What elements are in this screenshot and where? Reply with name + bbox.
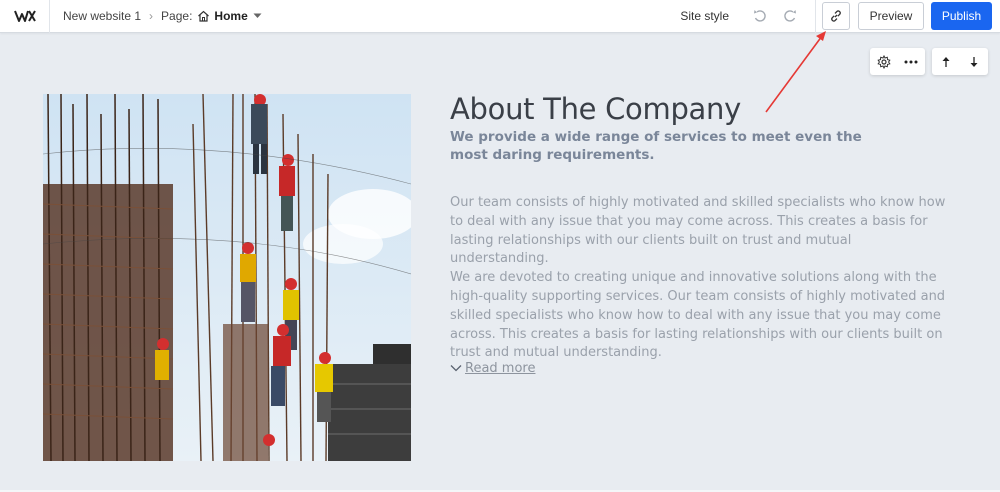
section-move-toolbar — [932, 48, 988, 75]
page-label: Page: — [161, 9, 193, 23]
settings-gear-icon[interactable] — [870, 48, 898, 75]
section-subtitle[interactable]: We provide a wide range of services to m… — [450, 128, 890, 164]
breadcrumb-separator: › — [149, 9, 154, 23]
more-dots-icon[interactable] — [898, 48, 926, 75]
publish-button[interactable]: Publish — [931, 2, 992, 30]
chevron-down-icon — [450, 361, 462, 376]
arrow-up-icon[interactable] — [932, 48, 960, 75]
section-title[interactable]: About The Company — [450, 92, 741, 126]
caret-down-icon[interactable] — [253, 13, 262, 19]
home-icon — [197, 10, 210, 22]
section-body[interactable]: Our team consists of highly motivated an… — [450, 194, 950, 363]
site-name[interactable]: New website 1 — [63, 9, 141, 23]
top-toolbar: New website 1 › Page: Home Site style Pr… — [0, 0, 1000, 33]
arrow-down-icon[interactable] — [960, 48, 988, 75]
construction-workers-image[interactable] — [43, 94, 411, 461]
redo-icon[interactable] — [779, 5, 801, 27]
preview-button[interactable]: Preview — [858, 2, 924, 30]
undo-icon[interactable] — [749, 5, 771, 27]
read-more-label: Read more — [465, 361, 536, 376]
read-more-link[interactable]: Read more — [450, 361, 535, 376]
section-settings-toolbar — [870, 48, 925, 75]
body-paragraph: Our team consists of highly motivated an… — [450, 195, 946, 267]
page-selector[interactable]: Home — [214, 9, 247, 23]
site-style-button[interactable]: Site style — [680, 9, 729, 23]
body-paragraph: We are devoted to creating unique and in… — [450, 270, 946, 361]
link-icon[interactable] — [822, 2, 850, 30]
toolbar-divider — [815, 0, 816, 33]
wix-logo-icon[interactable] — [0, 0, 50, 33]
